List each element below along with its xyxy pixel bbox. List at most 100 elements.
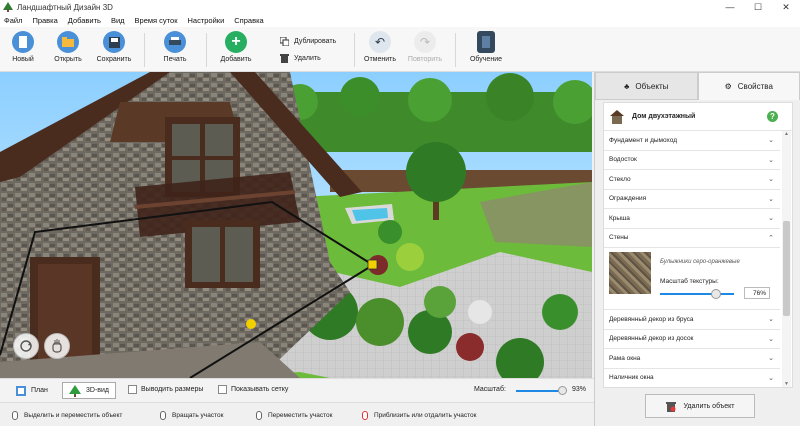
texture-scale-input[interactable]: 76% [744, 287, 770, 299]
tab-objects-label: Объекты [635, 81, 669, 91]
close-button[interactable]: ✕ [772, 0, 800, 14]
section-label: Стекло [609, 175, 631, 183]
chevron-down-icon: ⌄ [768, 335, 774, 343]
show-dimensions-checkbox[interactable]: Выводить размеры [128, 385, 203, 394]
toolbar-separator [455, 33, 456, 67]
hint-pan-label: Переместить участок [268, 412, 333, 419]
mouse-left-icon [12, 411, 18, 420]
section-window-frame[interactable]: Рама окна ⌄ [604, 349, 780, 369]
section-railings[interactable]: Ограждения ⌄ [604, 190, 780, 209]
gear-icon: ⚙ [724, 82, 732, 91]
folder-icon [57, 31, 79, 53]
rotate-view-button[interactable] [13, 333, 39, 359]
section-label: Наличник окна [609, 374, 654, 382]
section-wood-board-decor[interactable]: Деревянный декор из досок ⌄ [604, 330, 780, 349]
chevron-up-icon: ⌃ [768, 234, 774, 242]
minimize-button[interactable]: — [716, 0, 744, 14]
delete-button[interactable]: Удалить [280, 54, 321, 63]
section-gutter[interactable]: Водосток ⌄ [604, 151, 780, 170]
print-button[interactable]: Печать [152, 31, 198, 63]
section-walls[interactable]: Стены ⌃ [604, 229, 780, 248]
menu-file[interactable]: Файл [4, 16, 22, 25]
chevron-down-icon: ⌄ [768, 156, 774, 164]
tab-properties[interactable]: ⚙ Свойства [697, 72, 800, 100]
chevron-down-icon: ⌄ [768, 374, 774, 382]
section-roof[interactable]: Крыша ⌄ [604, 209, 780, 229]
checkbox-box[interactable] [128, 385, 137, 394]
print-label: Печать [163, 56, 187, 63]
redo-icon: ↷ [414, 31, 436, 53]
mouse-right-icon [160, 411, 166, 420]
section-glass[interactable]: Стекло ⌄ [604, 170, 780, 190]
scroll-down-icon[interactable]: ▼ [782, 381, 791, 387]
save-button[interactable]: Сохранить [91, 31, 137, 63]
learn-button[interactable]: Обучение [463, 31, 509, 63]
open-button[interactable]: Открыть [45, 31, 91, 63]
section-foundation[interactable]: Фундамент и дымоход ⌄ [604, 131, 780, 151]
checkbox-box[interactable] [218, 385, 227, 394]
scroll-up-icon[interactable]: ▲ [782, 131, 791, 137]
object-name: Дом двухэтажный [632, 113, 696, 120]
trash-icon [665, 401, 676, 412]
zoom-slider[interactable] [516, 386, 567, 395]
walls-settings: Булыжники серо-оранжевые Масштаб текстур… [604, 248, 780, 310]
status-bar: Выделить и переместить объект Вращать уч… [0, 402, 594, 426]
section-window-trim[interactable]: Наличник окна ⌄ [604, 369, 780, 388]
maximize-button[interactable]: ☐ [744, 0, 772, 14]
hint-select-label: Выделить и переместить объект [24, 412, 123, 419]
panel-tabs: ♣ Объекты ⚙ Свойства [595, 72, 800, 100]
section-label: Ограждения [609, 195, 647, 203]
delete-object-button[interactable]: Удалить объект [645, 394, 755, 418]
chevron-down-icon: ⌄ [768, 316, 774, 323]
menu-edit[interactable]: Правка [32, 16, 57, 25]
menu-add[interactable]: Добавить [68, 16, 101, 25]
chevron-down-icon: ⌄ [768, 355, 774, 362]
tab-objects[interactable]: ♣ Объекты [595, 72, 698, 100]
rotate-icon [20, 340, 32, 352]
side-panel: ♣ Объекты ⚙ Свойства Дом двухэтажный ? Ф… [594, 72, 800, 426]
show-grid-checkbox[interactable]: Показывать сетку [218, 385, 288, 394]
texture-name: Булыжники серо-оранжевые [660, 259, 740, 265]
duplicate-button[interactable]: Дублировать [280, 37, 336, 46]
section-wood-beam-decor[interactable]: Деревянный декор из бруса ⌄ [604, 310, 780, 330]
section-label: Деревянный декор из досок [609, 335, 694, 343]
pan-view-button[interactable] [44, 333, 70, 359]
menu-help[interactable]: Справка [234, 16, 263, 25]
properties-scrollbar[interactable]: ▲ ▼ [782, 131, 791, 387]
menu-time-of-day[interactable]: Время суток [135, 16, 178, 25]
texture-swatch[interactable] [609, 252, 651, 294]
hint-select: Выделить и переместить объект [12, 411, 122, 420]
delete-object-label: Удалить объект [683, 402, 735, 410]
menu-view[interactable]: Вид [111, 16, 125, 25]
trash-icon [280, 54, 289, 63]
plan-view-button[interactable]: План [10, 382, 54, 399]
new-button[interactable]: Новый [0, 31, 46, 63]
redo-button[interactable]: ↷ Повторить [402, 31, 448, 63]
section-label: Стены [609, 234, 629, 242]
save-label: Сохранить [96, 56, 132, 63]
mouse-wheel-icon [362, 411, 368, 420]
help-icon[interactable]: ? [767, 111, 778, 122]
3d-view-button[interactable]: 3D-вид [62, 382, 116, 399]
3d-view-label: 3D-вид [86, 387, 109, 394]
new-label: Новый [12, 56, 34, 63]
slider-knob[interactable] [711, 289, 722, 299]
3d-viewport[interactable] [0, 72, 592, 378]
add-button[interactable]: + Добавить [213, 31, 259, 63]
scene-render [0, 72, 592, 378]
book-icon [477, 31, 495, 53]
mouse-middle-icon [256, 411, 262, 420]
scrollbar-thumb[interactable] [783, 221, 790, 316]
chevron-down-icon: ⌄ [768, 215, 774, 222]
slider-knob[interactable] [557, 386, 567, 395]
section-label: Водосток [609, 156, 637, 164]
undo-button[interactable]: ↶ Отменить [357, 31, 403, 63]
zoom-value: 93% [572, 386, 587, 393]
menu-settings[interactable]: Настройки [187, 16, 224, 25]
window-title: Ландшафтный Дизайн 3D [17, 2, 113, 12]
tree-icon: ♣ [624, 81, 630, 91]
hint-zoom-label: Приблизить или отдалить участок [374, 412, 477, 419]
toolbar-separator [206, 33, 207, 67]
toolbar-separator [354, 33, 355, 67]
texture-scale-slider[interactable] [660, 289, 734, 299]
